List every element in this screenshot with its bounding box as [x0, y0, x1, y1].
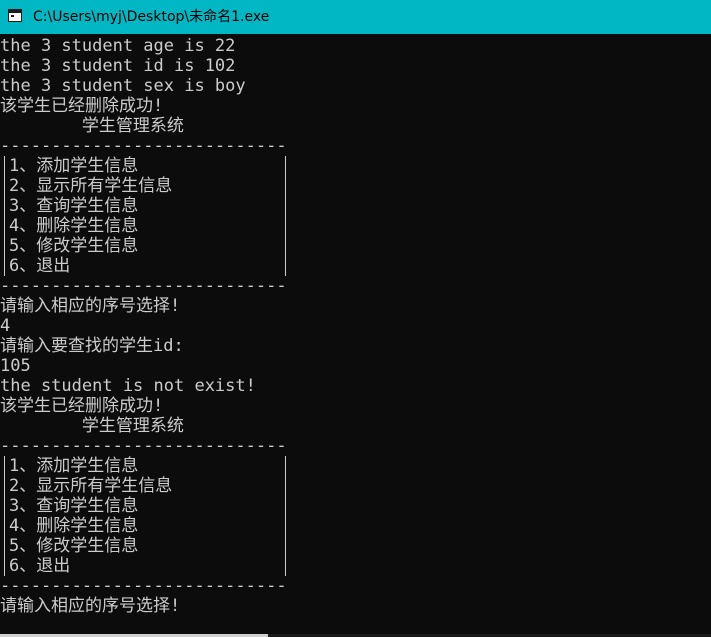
console-window: C:\Users\myj\Desktop\未命名1.exe the 3 stud… — [0, 0, 711, 637]
menu-item: 4、删除学生信息 — [9, 216, 139, 236]
menu-title: 学生管理系统 — [0, 416, 184, 436]
menu-item: 1、添加学生信息 — [9, 156, 139, 176]
output-line: 请输入要查找的学生id: — [0, 336, 184, 356]
menu-item: 5、修改学生信息 — [9, 536, 139, 556]
menu-item: 6、退出 — [9, 256, 71, 276]
separator-line: ---------------------------- — [0, 576, 287, 596]
menu-box: 1、添加学生信息 2、显示所有学生信息 3、查询学生信息 4、删除学生信息 5、… — [4, 456, 286, 576]
menu-item: 5、修改学生信息 — [9, 236, 139, 256]
output-line: the 3 student id is 102 — [0, 56, 236, 76]
separator-line: ---------------------------- — [0, 136, 287, 156]
window-title: C:\Users\myj\Desktop\未命名1.exe — [33, 9, 270, 25]
menu-item: 2、显示所有学生信息 — [9, 176, 173, 196]
console-window-icon — [8, 9, 22, 22]
output-line: the student is not exist! — [0, 376, 256, 396]
menu-title: 学生管理系统 — [0, 116, 184, 136]
bottom-edge — [0, 631, 711, 637]
input-prompt: 请输入相应的序号选择! — [0, 596, 181, 616]
output-line: 请输入相应的序号选择! — [0, 296, 181, 316]
user-input-line: 105 — [0, 356, 31, 376]
title-bar[interactable]: C:\Users\myj\Desktop\未命名1.exe — [0, 0, 711, 34]
output-line: 该学生已经删除成功! — [0, 396, 164, 416]
user-input-line: 4 — [0, 316, 11, 336]
separator-line: ---------------------------- — [0, 276, 287, 296]
output-line: the 3 student sex is boy — [0, 76, 246, 96]
menu-item: 6、退出 — [9, 556, 71, 576]
console-output[interactable]: the 3 student age is 22 the 3 student id… — [0, 36, 711, 631]
menu-item: 4、删除学生信息 — [9, 516, 139, 536]
menu-item: 2、显示所有学生信息 — [9, 476, 173, 496]
output-line: 该学生已经删除成功! — [0, 96, 164, 116]
output-line: the 3 student age is 22 — [0, 36, 236, 56]
menu-item: 1、添加学生信息 — [9, 456, 139, 476]
menu-box: 1、添加学生信息 2、显示所有学生信息 3、查询学生信息 4、删除学生信息 5、… — [4, 156, 286, 276]
separator-line: ---------------------------- — [0, 436, 287, 456]
menu-item: 3、查询学生信息 — [9, 496, 139, 516]
menu-item: 3、查询学生信息 — [9, 196, 139, 216]
